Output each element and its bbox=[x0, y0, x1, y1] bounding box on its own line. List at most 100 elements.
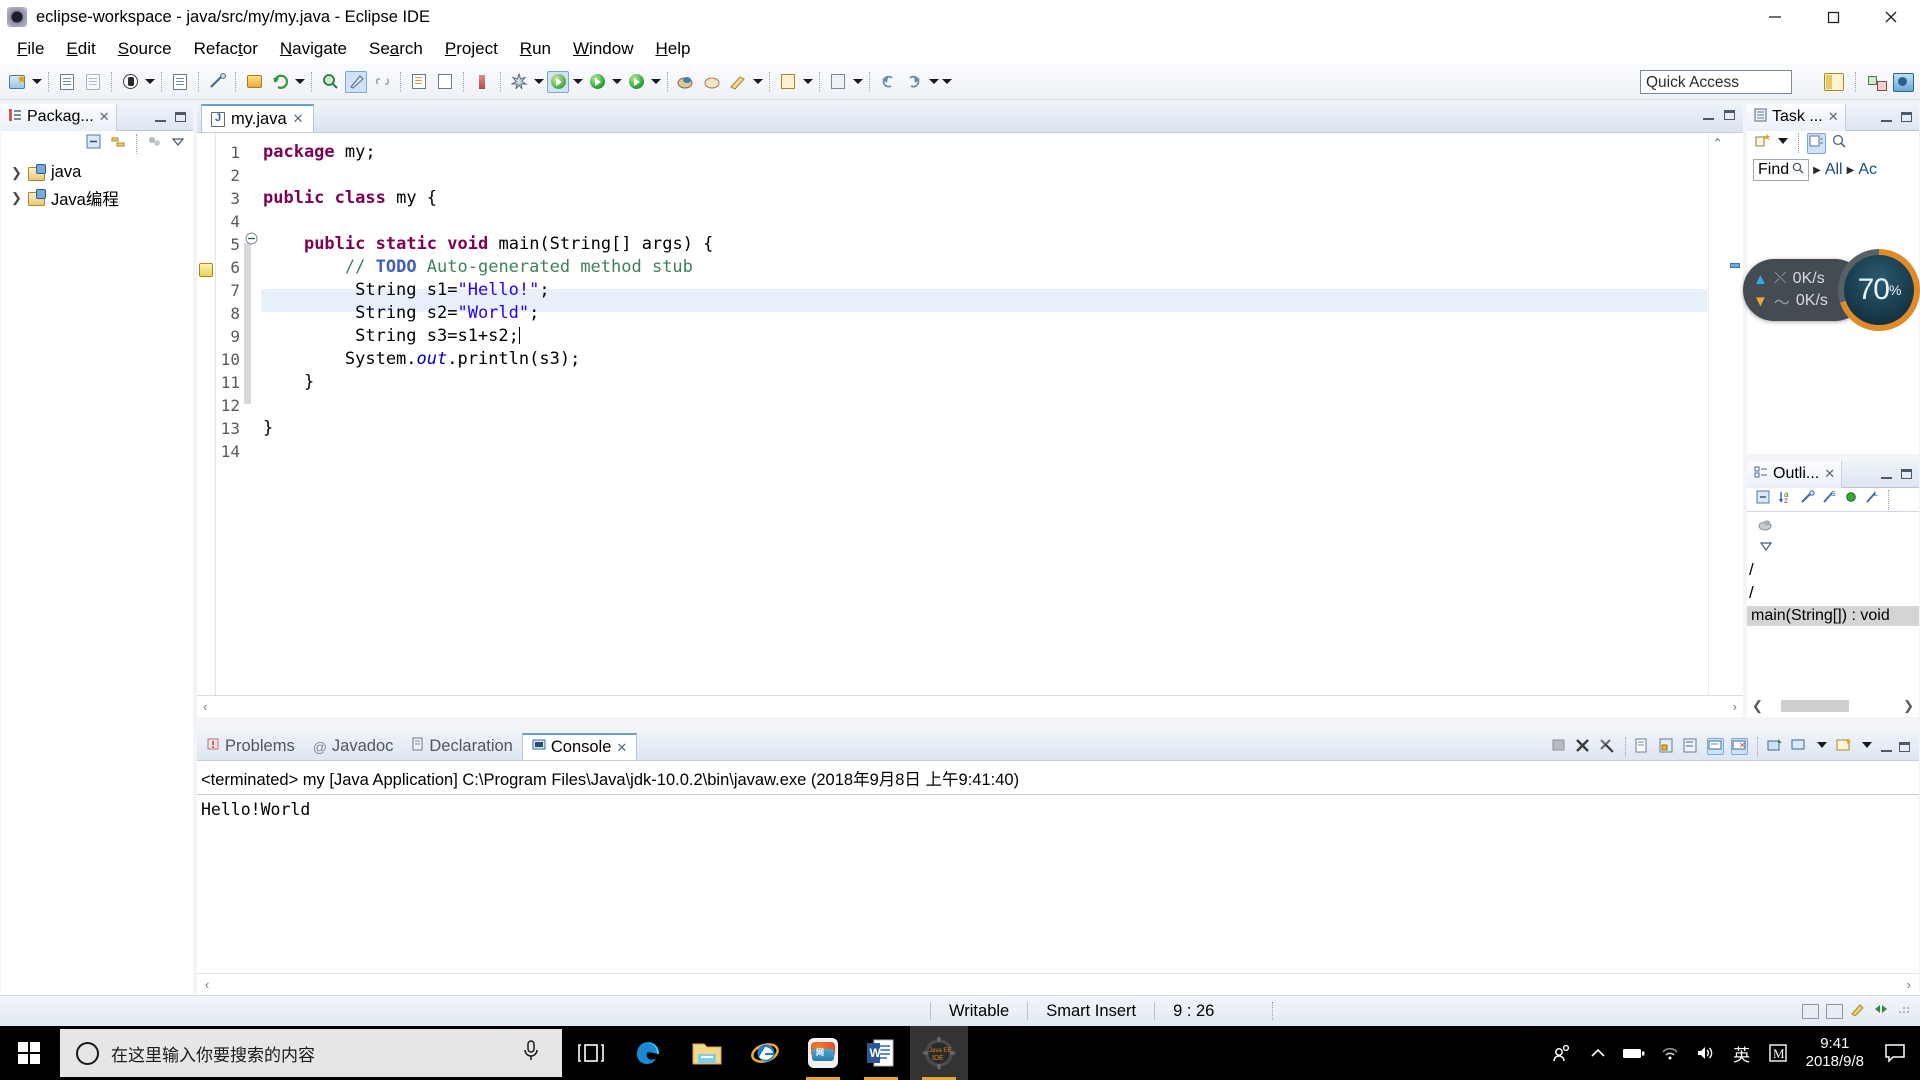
outline-horizontal-scrollbar[interactable]: ❮ ❯ bbox=[1747, 695, 1919, 717]
warning-marker-icon[interactable] bbox=[199, 263, 213, 277]
tab-javadoc[interactable]: @ Javadoc bbox=[304, 733, 403, 760]
menu-source[interactable]: Source bbox=[107, 37, 183, 61]
editor-horizontal-scrollbar[interactable]: ‹ › bbox=[197, 695, 1743, 717]
new-java-project-icon[interactable] bbox=[675, 71, 697, 93]
taskbar-search-input[interactable]: 在这里输入你要搜索的内容 bbox=[60, 1029, 562, 1077]
editor-overview-ruler[interactable] bbox=[1725, 133, 1743, 717]
outline-member-item[interactable]: / bbox=[1747, 583, 1919, 606]
view-menu-icon[interactable] bbox=[171, 135, 185, 153]
hide-nonpublic-icon[interactable] bbox=[1844, 490, 1858, 509]
taskbar-app-microsoft-word[interactable]: W bbox=[852, 1026, 910, 1080]
people-icon[interactable] bbox=[1544, 1026, 1580, 1080]
run-icon[interactable] bbox=[586, 71, 608, 93]
scroll-left-icon[interactable]: ‹ bbox=[205, 977, 209, 992]
console-dropdown-icon[interactable] bbox=[1815, 738, 1829, 756]
build-dropdown-icon[interactable] bbox=[143, 72, 156, 92]
status-pencil-icon[interactable] bbox=[1850, 1002, 1866, 1021]
external-tools-dropdown-icon[interactable] bbox=[532, 72, 545, 92]
quick-access-input[interactable]: Quick Access bbox=[1640, 70, 1792, 94]
overview-marker[interactable] bbox=[1730, 263, 1740, 268]
wifi-icon[interactable] bbox=[1652, 1026, 1688, 1080]
menu-search[interactable]: Search bbox=[358, 37, 434, 61]
refresh-dropdown-icon[interactable] bbox=[293, 72, 306, 92]
categorize-dropdown-icon[interactable] bbox=[1776, 134, 1790, 152]
forward-icon[interactable] bbox=[903, 71, 925, 93]
fold-collapse-icon[interactable] bbox=[245, 232, 259, 246]
build-icon[interactable] bbox=[119, 71, 141, 93]
tab-declaration[interactable]: Declaration bbox=[402, 733, 521, 760]
terminate-all-icon[interactable] bbox=[1551, 738, 1568, 755]
pin-console-icon[interactable] bbox=[1707, 738, 1724, 755]
menu-project[interactable]: Project bbox=[434, 37, 509, 61]
outline-class-item[interactable]: / bbox=[1747, 560, 1919, 583]
external-tools-icon[interactable] bbox=[508, 71, 530, 93]
menu-navigate[interactable]: Navigate bbox=[269, 37, 358, 61]
menu-run[interactable]: Run bbox=[509, 37, 562, 61]
task-view-button[interactable] bbox=[562, 1026, 620, 1080]
nav-dropdown-icon[interactable] bbox=[927, 72, 940, 92]
new-class-icon[interactable] bbox=[701, 71, 723, 93]
pin-editor-icon[interactable] bbox=[827, 71, 849, 93]
view-menu-dropdown-icon[interactable] bbox=[1860, 738, 1874, 756]
task-filter-activate[interactable]: Ac bbox=[1858, 161, 1877, 179]
link-with-editor-icon[interactable] bbox=[110, 134, 126, 154]
refresh-icon[interactable] bbox=[269, 71, 291, 93]
chevron-right-icon[interactable]: ▶ bbox=[1847, 165, 1855, 176]
display-selected-console-icon[interactable]: ✕ bbox=[1731, 738, 1748, 755]
taskbar-app-microsoft-edge[interactable] bbox=[620, 1026, 678, 1080]
link-icon[interactable] bbox=[371, 71, 393, 93]
tab-my-java[interactable]: my.java ✕ bbox=[201, 104, 314, 132]
show-hidden-icons-icon[interactable] bbox=[1580, 1026, 1616, 1080]
start-button[interactable] bbox=[0, 1026, 58, 1080]
scroll-lock-icon[interactable] bbox=[1659, 738, 1676, 755]
hide-fields-icon[interactable] bbox=[1800, 490, 1815, 509]
open-type-icon[interactable] bbox=[169, 71, 191, 93]
search-icon[interactable] bbox=[319, 71, 341, 93]
close-icon[interactable]: ✕ bbox=[616, 740, 627, 756]
status-indicator-icon[interactable] bbox=[1802, 1003, 1819, 1019]
hide-local-icon[interactable]: L bbox=[1865, 490, 1880, 509]
new-package-icon[interactable] bbox=[243, 71, 265, 93]
volume-icon[interactable] bbox=[1688, 1026, 1724, 1080]
taskbar-app-eclipse-ide[interactable]: Java EE IDE bbox=[910, 1026, 968, 1080]
open-task-icon[interactable] bbox=[777, 71, 799, 93]
close-icon[interactable]: ✕ bbox=[99, 109, 110, 125]
open-perspective-icon[interactable] bbox=[1824, 73, 1844, 91]
editor-vertical-scrollbar[interactable]: ⌃ ⌄ bbox=[1708, 133, 1725, 717]
collapse-all-icon[interactable] bbox=[86, 134, 102, 154]
remove-all-launches-icon[interactable] bbox=[1599, 738, 1616, 755]
chevron-right-icon[interactable]: ❯ bbox=[11, 190, 22, 206]
save-icon[interactable] bbox=[56, 71, 78, 93]
new-type-dropdown-icon[interactable] bbox=[751, 72, 764, 92]
tab-outline[interactable]: Outli... ✕ bbox=[1747, 460, 1843, 488]
maximize-icon[interactable] bbox=[1724, 110, 1735, 120]
open-console-icon[interactable] bbox=[1767, 738, 1784, 755]
status-arrows-icon[interactable] bbox=[1873, 1002, 1889, 1021]
tree-item-project[interactable]: ❯ java bbox=[1, 160, 193, 185]
hide-static-icon[interactable]: S bbox=[1822, 490, 1837, 509]
outline-selected-item[interactable]: main(String[]) : void bbox=[1747, 606, 1919, 626]
run-coverage-icon[interactable] bbox=[625, 71, 647, 93]
task-find-input[interactable]: Find bbox=[1753, 159, 1810, 181]
editor-code[interactable]: package my; public class my { public sta… bbox=[263, 141, 1707, 440]
minimize-icon[interactable] bbox=[1881, 742, 1892, 752]
chevron-right-icon[interactable]: ▶ bbox=[1813, 165, 1821, 176]
outline-import-item[interactable] bbox=[1747, 539, 1919, 560]
focus-on-workweek-icon[interactable] bbox=[1807, 132, 1826, 154]
minimize-icon[interactable] bbox=[1881, 469, 1892, 479]
ime-mode-icon[interactable]: M bbox=[1760, 1026, 1796, 1080]
status-indicator-icon[interactable] bbox=[1826, 1003, 1843, 1019]
tree-item-project[interactable]: ❯ Java编程 bbox=[1, 185, 193, 210]
console-horizontal-scrollbar[interactable]: ‹ › bbox=[197, 973, 1919, 995]
task-dropdown-icon[interactable] bbox=[801, 72, 814, 92]
maximize-button[interactable] bbox=[1804, 0, 1862, 34]
scroll-up-icon[interactable]: ⌃ bbox=[1709, 133, 1726, 153]
previous-annotation-icon[interactable] bbox=[434, 71, 456, 93]
view-menu-icon[interactable]: ★ bbox=[1836, 737, 1853, 755]
back-icon[interactable] bbox=[877, 71, 899, 93]
pin-dropdown-icon[interactable] bbox=[851, 72, 864, 92]
sort-alphabetically-icon[interactable]: az bbox=[1778, 490, 1793, 509]
minimize-icon[interactable] bbox=[1703, 110, 1714, 120]
battery-icon[interactable] bbox=[1616, 1026, 1652, 1080]
microphone-icon[interactable] bbox=[522, 1039, 540, 1068]
